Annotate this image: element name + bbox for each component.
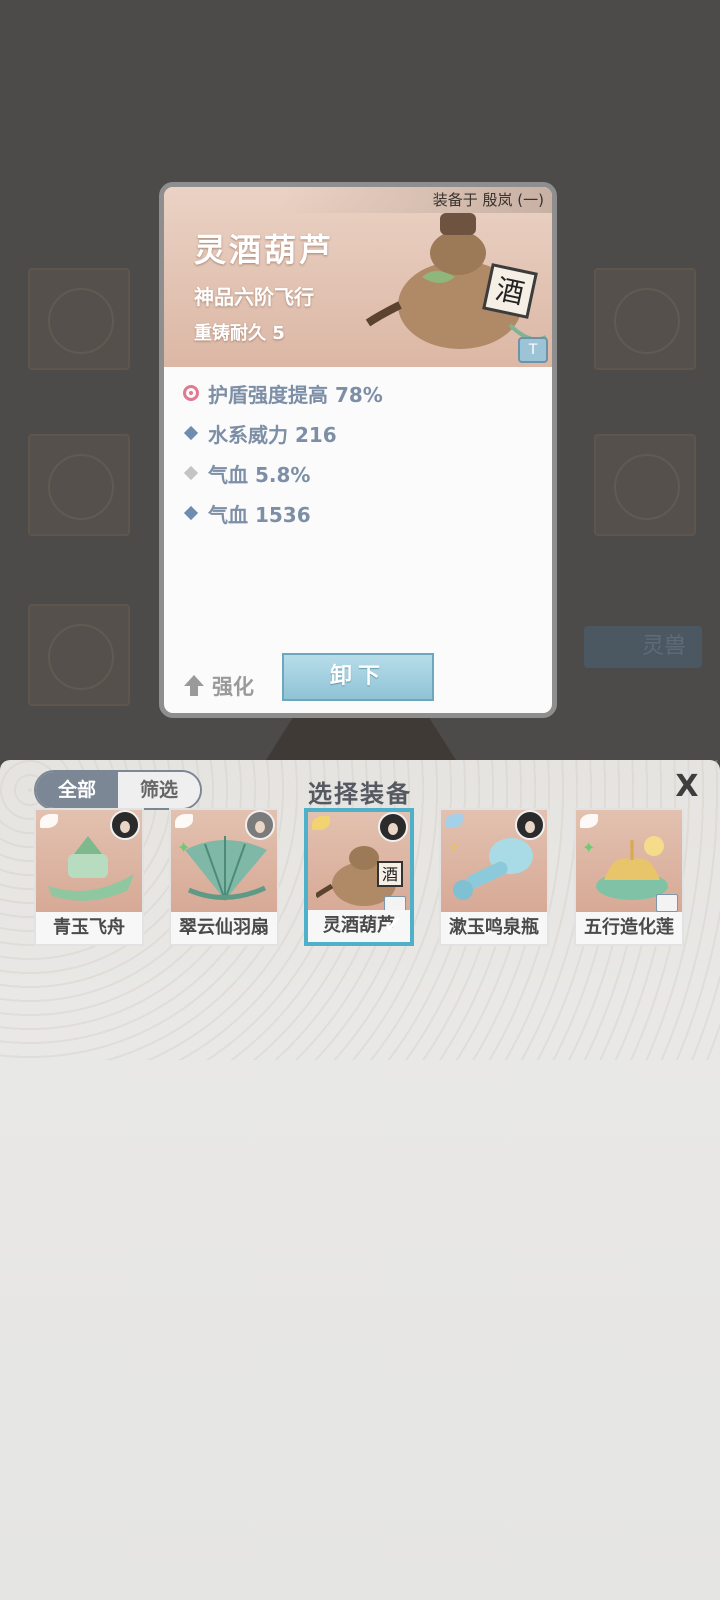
equipment-detail-card: 装备于 殷岚 (一) 灵酒葫芦 神品六阶飞行 重铸耐久 5 酒 T 护盾强度提高… <box>159 182 557 718</box>
item-thumbnail: ✦ <box>576 810 682 914</box>
equipment-item-selected[interactable]: 酒 灵酒葫芦 ✔ <box>304 808 414 946</box>
item-thumbnail: 酒 <box>308 812 410 916</box>
up-arrow-icon <box>184 675 204 697</box>
stat-text: 气血 5.8% <box>208 462 311 487</box>
bg-lingshou-tab: 灵兽 <box>584 626 702 668</box>
item-name: 翠云仙羽扇 <box>171 912 277 944</box>
bg-slot-icon <box>48 624 114 690</box>
enhance-button[interactable]: 强化 <box>184 671 254 701</box>
item-name: 五行造化莲 <box>576 912 682 944</box>
panel-title: 选择装备 <box>308 780 412 808</box>
bg-slot-icon <box>614 288 680 354</box>
wing-icon <box>580 814 598 828</box>
wing-icon <box>445 814 463 828</box>
jade-boat-icon <box>48 836 134 901</box>
owner-avatar <box>378 812 408 842</box>
equipment-list: 青玉飞舟 ✦ 翠云仙羽扇 酒 灵酒葫芦 ✔ ✧ 漱玉鸣泉瓶 ✦ 五行造化莲 <box>34 808 684 946</box>
bg-slot-icon <box>614 454 680 520</box>
wing-icon <box>312 816 330 830</box>
star-icon: ✦ <box>582 838 596 857</box>
gourd-illustration: 酒 <box>365 213 547 349</box>
item-thumbnail <box>36 810 142 914</box>
item-thumbnail: ✧ <box>441 810 547 914</box>
shield-drop-icon <box>182 384 200 402</box>
stat-text: 水系威力 216 <box>208 422 337 447</box>
unequip-button[interactable]: 卸下 <box>282 653 434 701</box>
stat-row: 护盾强度提高 78% <box>164 373 552 413</box>
equipment-item[interactable]: ✧ 漱玉鸣泉瓶 <box>439 808 549 946</box>
item-grade: 神品六阶飞行 <box>194 285 314 309</box>
item-name: 青玉飞舟 <box>36 912 142 944</box>
wing-icon <box>175 814 193 828</box>
stat-row: 气血 1536 <box>164 493 552 533</box>
bg-equip-slot-orb <box>594 434 696 536</box>
diamond-icon <box>182 504 200 522</box>
enhance-label: 强化 <box>212 675 254 699</box>
stat-list: 护盾强度提高 78% 水系威力 216 气血 5.8% 气血 1536 <box>164 373 552 533</box>
bg-slot-icon <box>48 454 114 520</box>
bg-equip-slot-boots <box>28 604 130 706</box>
stat-row: 水系威力 216 <box>164 413 552 453</box>
check-icon: ✔ <box>383 913 403 938</box>
item-thumbnail: ✦ <box>171 810 277 914</box>
wing-icon <box>40 814 58 828</box>
owner-avatar <box>245 810 275 840</box>
item-durability: 重铸耐久 5 <box>194 323 285 344</box>
equipment-item[interactable]: 青玉飞舟 <box>34 808 144 946</box>
diamond-icon <box>182 464 200 482</box>
bg-equip-slot-accessory <box>594 268 696 370</box>
diamond-icon <box>182 424 200 442</box>
star-icon: ✦ <box>177 838 191 857</box>
knot-icon: ✧ <box>447 838 461 857</box>
owner-avatar <box>110 810 140 840</box>
spring-bottle-icon <box>453 838 533 900</box>
forge-icon[interactable]: T <box>518 337 548 363</box>
owner-avatar <box>515 810 545 840</box>
detail-header: 装备于 殷岚 (一) 灵酒葫芦 神品六阶飞行 重铸耐久 5 酒 T <box>164 187 552 367</box>
feather-fan-icon <box>185 836 267 901</box>
bg-equip-slot-weapon <box>28 268 130 370</box>
equipment-item[interactable]: ✦ 五行造化莲 <box>574 808 684 946</box>
item-name: 灵酒葫芦 <box>194 231 335 269</box>
equipment-item[interactable]: ✦ 翠云仙羽扇 <box>169 808 279 946</box>
close-button[interactable]: X <box>670 770 704 804</box>
forge-icon <box>656 894 678 912</box>
stat-text: 护盾强度提高 78% <box>208 382 383 407</box>
stat-text: 气血 1536 <box>208 502 311 527</box>
bg-slot-icon <box>48 288 114 354</box>
bg-equip-slot-armor <box>28 434 130 536</box>
stat-row: 气血 5.8% <box>164 453 552 493</box>
select-equipment-panel: 全部 筛选 选择装备 X 青玉飞舟 ✦ 翠云仙羽扇 酒 灵酒葫芦 ✔ ✧ 漱玉鸣… <box>0 760 720 1600</box>
svg-text:酒: 酒 <box>382 865 398 884</box>
item-name: 漱玉鸣泉瓶 <box>441 912 547 944</box>
